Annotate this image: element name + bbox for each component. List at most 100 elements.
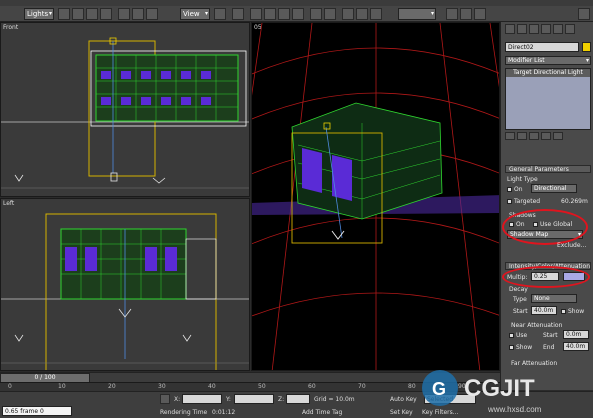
render-frame-button[interactable]	[460, 8, 472, 20]
main-toolbar: Lights ▾ View ▾ ▾	[0, 6, 593, 22]
modify-tab-icon[interactable]	[517, 24, 527, 34]
camera-view-wireframe	[252, 23, 499, 370]
near-show-checkbox[interactable]: Show	[509, 344, 532, 351]
pivot-button[interactable]	[214, 8, 226, 20]
checkbox-icon	[561, 309, 566, 314]
z-coordinate-field[interactable]	[286, 394, 310, 404]
motion-tab-icon[interactable]	[541, 24, 551, 34]
hierarchy-tab-icon[interactable]	[529, 24, 539, 34]
chevron-down-icon: ▾	[585, 57, 589, 64]
general-parameters-header[interactable]: General Parameters	[505, 165, 591, 173]
reference-coord-dropdown[interactable]: View ▾	[180, 8, 210, 20]
light-on-checkbox[interactable]: On	[507, 186, 523, 193]
checkbox-icon	[507, 199, 512, 204]
near-attenuation-label: Near Attenuation	[511, 322, 563, 329]
auto-key-button[interactable]: Auto Key	[390, 396, 417, 403]
align-button[interactable]	[324, 8, 336, 20]
annotation-highlight-multiplier	[502, 266, 590, 288]
tick-label: 0	[8, 383, 12, 390]
add-time-tag-button[interactable]: Add Time Tag	[302, 409, 342, 416]
display-tab-icon[interactable]	[553, 24, 563, 34]
targeted-checkbox[interactable]: Targeted	[507, 198, 540, 205]
render-setup-button[interactable]	[446, 8, 458, 20]
near-use-checkbox[interactable]: Use	[509, 332, 527, 339]
tick-label: 60	[308, 383, 316, 390]
remove-modifier-icon[interactable]	[541, 132, 551, 140]
create-tab-icon[interactable]	[505, 24, 515, 34]
decay-show-checkbox[interactable]: Show	[561, 308, 584, 315]
decay-type-value: None	[534, 295, 550, 302]
checkbox-icon	[507, 187, 512, 192]
near-start-label: Start	[543, 332, 558, 339]
window-crossing-button[interactable]	[100, 8, 112, 20]
configure-sets-icon[interactable]	[553, 132, 563, 140]
select-manipulate-button[interactable]	[232, 8, 244, 20]
layer-manager-button[interactable]	[342, 8, 354, 20]
material-editor-button[interactable]	[370, 8, 382, 20]
object-color-swatch[interactable]	[582, 42, 591, 52]
rotate-button[interactable]	[132, 8, 144, 20]
watermark-logo: G CGJIT www.hxsd.com	[422, 370, 542, 414]
named-selection-dropdown[interactable]: ▾	[398, 8, 436, 20]
y-coordinate-label: Y:	[226, 396, 231, 403]
rect-region-button[interactable]	[86, 8, 98, 20]
spinner-snap-button[interactable]	[292, 8, 304, 20]
pin-stack-icon[interactable]	[505, 132, 515, 140]
general-parameters-title: General Parameters	[509, 166, 569, 173]
tick-label: 10	[58, 383, 66, 390]
tick-label: 50	[258, 383, 266, 390]
selection-filter-value: Lights	[27, 10, 49, 18]
viewport-left[interactable]: Left	[0, 198, 250, 371]
near-start-spinner[interactable]: 0.0m	[563, 330, 589, 339]
set-key-button[interactable]: Set Key	[390, 409, 413, 416]
modifier-list-label: Modifier List	[508, 57, 545, 64]
near-end-spinner[interactable]: 40.0m	[563, 342, 589, 351]
select-object-button[interactable]	[58, 8, 70, 20]
decay-start-spinner[interactable]: 40.0m	[531, 306, 557, 315]
watermark-brand: CGJIT	[464, 375, 535, 402]
show-end-result-icon[interactable]	[517, 132, 527, 140]
z-coordinate-label: Z:	[278, 396, 285, 403]
chevron-down-icon: ▾	[204, 10, 208, 17]
curve-editor-button[interactable]	[356, 8, 368, 20]
watermark-site: www.hxsd.com	[487, 405, 542, 414]
light-on-label: On	[514, 186, 523, 193]
object-name-field[interactable]: Direct02	[505, 42, 579, 52]
general-parameters-rollout: General Parameters	[505, 165, 591, 173]
stack-item[interactable]: Target Directional Light	[506, 69, 590, 77]
move-button[interactable]	[118, 8, 130, 20]
light-type-dropdown[interactable]: Directional	[531, 184, 577, 193]
checkbox-icon	[509, 333, 514, 338]
targeted-label: Targeted	[514, 198, 541, 205]
quick-render-button[interactable]	[474, 8, 486, 20]
modifier-list-dropdown[interactable]: Modifier List ▾	[505, 56, 591, 65]
rendered-frame-button[interactable]	[578, 8, 590, 20]
mirror-button[interactable]	[310, 8, 322, 20]
modifier-stack[interactable]: Target Directional Light	[505, 68, 591, 130]
target-distance-value: 60.269m	[561, 198, 588, 205]
viewport-front[interactable]: Front	[0, 22, 250, 197]
near-end-label: End	[543, 344, 555, 351]
x-coordinate-field[interactable]	[182, 394, 222, 404]
y-coordinate-field[interactable]	[234, 394, 274, 404]
tick-label: 40	[208, 383, 216, 390]
angle-snap-button[interactable]	[264, 8, 276, 20]
viewport-camera[interactable]: 05	[251, 22, 500, 371]
x-coordinate-label: X:	[174, 396, 181, 403]
make-unique-icon[interactable]	[529, 132, 539, 140]
exclude-button[interactable]: Exclude...	[557, 242, 586, 249]
decay-type-dropdown[interactable]: None	[531, 294, 577, 303]
front-view-wireframe	[1, 37, 249, 189]
percent-snap-button[interactable]	[278, 8, 290, 20]
snap-toggle-button[interactable]	[250, 8, 262, 20]
lock-selection-icon[interactable]	[160, 394, 170, 404]
decay-type-label: Type	[513, 296, 527, 303]
utilities-tab-icon[interactable]	[565, 24, 575, 34]
scale-button[interactable]	[146, 8, 158, 20]
select-by-name-button[interactable]	[72, 8, 84, 20]
svg-text:G: G	[432, 379, 446, 399]
selection-filter-dropdown[interactable]: Lights ▾	[24, 8, 54, 20]
decay-show-label: Show	[568, 308, 585, 315]
chevron-down-icon: ▾	[48, 10, 52, 17]
grid-size-label: Grid = 10.0m	[314, 396, 355, 403]
